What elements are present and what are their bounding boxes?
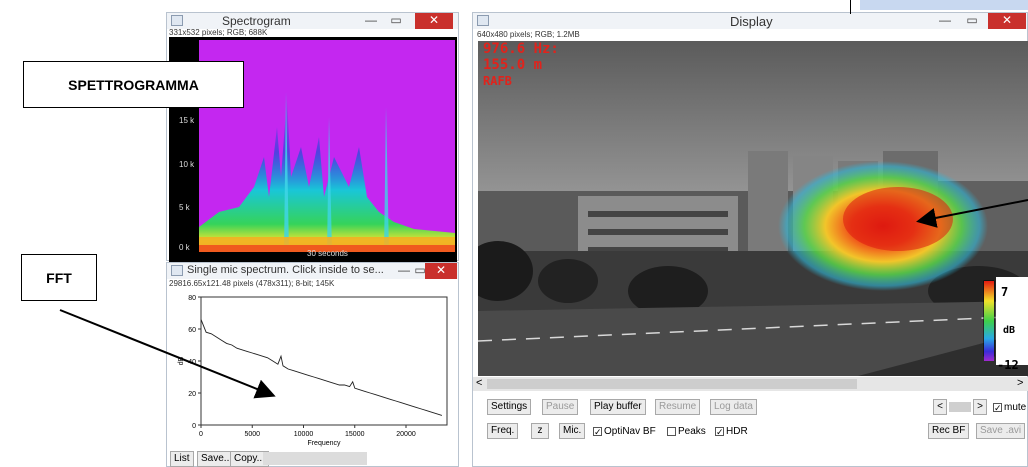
x-tick-label: 10000 bbox=[294, 431, 314, 438]
scroll-next-button[interactable]: > bbox=[973, 399, 987, 415]
spectrum-titlebar[interactable]: Single mic spectrum. Click inside to se.… bbox=[167, 263, 458, 279]
minimize-icon[interactable]: — bbox=[362, 13, 380, 29]
top-right-panel-edge bbox=[860, 0, 1028, 10]
fft-chart: 0 20 40 60 80 0 5000 10000 15000 20000 Frequency dB bbox=[178, 295, 448, 447]
close-icon[interactable]: ✕ bbox=[988, 13, 1026, 29]
x-axis-label: Frequency bbox=[307, 440, 341, 447]
minimize-icon[interactable]: — bbox=[936, 13, 954, 29]
camera-view bbox=[478, 41, 1028, 376]
colorbar-max: 7 bbox=[1001, 285, 1009, 299]
checkbox-checked-icon: ✓ bbox=[715, 427, 724, 437]
colorbar-unit: dB bbox=[1003, 325, 1016, 336]
save-avi-button[interactable]: Save .avi bbox=[976, 423, 1026, 439]
x-tick-label: 20000 bbox=[396, 431, 416, 438]
spectrogram-tick-10k: 10 k bbox=[179, 160, 195, 169]
rec-bf-button[interactable]: Rec BF bbox=[928, 423, 970, 439]
spectrogram-titlebar[interactable]: Spectrogram — ▭ ✕ bbox=[167, 13, 458, 29]
z-button[interactable]: z bbox=[531, 423, 549, 439]
app-icon bbox=[477, 15, 489, 26]
scroll-thumb[interactable] bbox=[487, 379, 857, 389]
peaks-checkbox[interactable]: Peaks bbox=[667, 426, 706, 437]
maximize-icon[interactable]: ▭ bbox=[963, 13, 981, 29]
log-data-button[interactable]: Log data bbox=[710, 399, 757, 415]
checkbox-unchecked-icon bbox=[667, 427, 676, 436]
horizontal-scrollbar[interactable]: < > bbox=[473, 377, 1028, 391]
spectrogram-tick-15k: 15 k bbox=[179, 116, 195, 125]
status-field bbox=[263, 452, 367, 465]
x-tick-label: 15000 bbox=[345, 431, 365, 438]
hdr-checkbox[interactable]: ✓ HDR bbox=[715, 426, 748, 437]
app-icon bbox=[171, 265, 183, 276]
x-tick-label: 0 bbox=[199, 431, 203, 438]
spectrogram-tick-0k: 0 k bbox=[179, 243, 190, 252]
spettrogramma-callout: SPETTROGRAMMA bbox=[23, 61, 244, 108]
scroll-left-icon[interactable]: < bbox=[476, 377, 482, 389]
close-icon[interactable]: ✕ bbox=[425, 263, 457, 279]
display-info: 640x480 pixels; RGB; 1.2MB bbox=[477, 30, 580, 39]
spectrum-window: Single mic spectrum. Click inside to se.… bbox=[166, 262, 459, 467]
fft-callout: FFT bbox=[21, 254, 97, 301]
distance-readout: 155.0 m bbox=[483, 57, 543, 73]
frequency-readout: 976.6 Hz: bbox=[483, 41, 559, 57]
checkbox-checked-icon: ✓ bbox=[593, 427, 602, 437]
close-icon[interactable]: ✕ bbox=[415, 13, 453, 29]
maximize-icon[interactable]: ▭ bbox=[387, 13, 405, 29]
settings-button[interactable]: Settings bbox=[487, 399, 532, 415]
optinav-label: OptiNav BF bbox=[604, 426, 656, 437]
mic-button[interactable]: Mic. bbox=[559, 423, 586, 439]
spectrogram-window: Spectrogram — ▭ ✕ 331x532 pixels; RGB; 6… bbox=[166, 12, 459, 262]
mode-readout: RAFB bbox=[483, 74, 512, 88]
scroll-prev-button[interactable]: < bbox=[933, 399, 947, 415]
display-title: Display bbox=[730, 14, 773, 29]
spectrum-info: 29816.65x121.48 pixels (478x311); 8-bit;… bbox=[169, 279, 335, 288]
y-tick-label: 60 bbox=[188, 327, 196, 334]
top-divider-line bbox=[850, 0, 851, 14]
hdr-label: HDR bbox=[726, 426, 748, 437]
spectrum-title: Single mic spectrum. Click inside to se.… bbox=[187, 264, 384, 276]
y-tick-label: 0 bbox=[192, 423, 196, 430]
play-buffer-button[interactable]: Play buffer bbox=[590, 399, 646, 415]
mute-checkbox[interactable]: ✓ mute bbox=[993, 402, 1026, 413]
colorbar-min: -12 bbox=[997, 358, 1019, 372]
display-titlebar[interactable]: Display — ▭ ✕ bbox=[473, 13, 1027, 29]
spectrogram-xlabel: 30 seconds bbox=[307, 249, 348, 258]
list-button[interactable]: List bbox=[170, 451, 194, 467]
app-icon bbox=[171, 15, 183, 26]
scroll-right-icon[interactable]: > bbox=[1017, 377, 1023, 389]
optinav-checkbox[interactable]: ✓ OptiNav BF bbox=[593, 426, 656, 437]
mini-slider[interactable] bbox=[949, 402, 971, 412]
spectrogram-title: Spectrogram bbox=[222, 14, 291, 28]
freq-button[interactable]: Freq. bbox=[487, 423, 519, 439]
minimize-icon[interactable]: — bbox=[397, 263, 411, 279]
x-tick-label: 5000 bbox=[244, 431, 260, 438]
peaks-label: Peaks bbox=[678, 426, 706, 437]
y-tick-label: 80 bbox=[188, 295, 196, 302]
checkbox-checked-icon: ✓ bbox=[993, 403, 1002, 413]
y-axis-label: dB bbox=[178, 356, 185, 365]
resume-button[interactable]: Resume bbox=[655, 399, 701, 415]
display-window: Display — ▭ ✕ 640x480 pixels; RGB; 1.2MB bbox=[472, 12, 1028, 467]
y-tick-label: 20 bbox=[188, 391, 196, 398]
mute-label: mute bbox=[1004, 402, 1027, 413]
spectrogram-info: 331x532 pixels; RGB; 688K bbox=[169, 28, 268, 37]
y-tick-label: 40 bbox=[188, 359, 196, 366]
spectrogram-tick-5k: 5 k bbox=[179, 203, 190, 212]
pause-button[interactable]: Pause bbox=[542, 399, 579, 415]
